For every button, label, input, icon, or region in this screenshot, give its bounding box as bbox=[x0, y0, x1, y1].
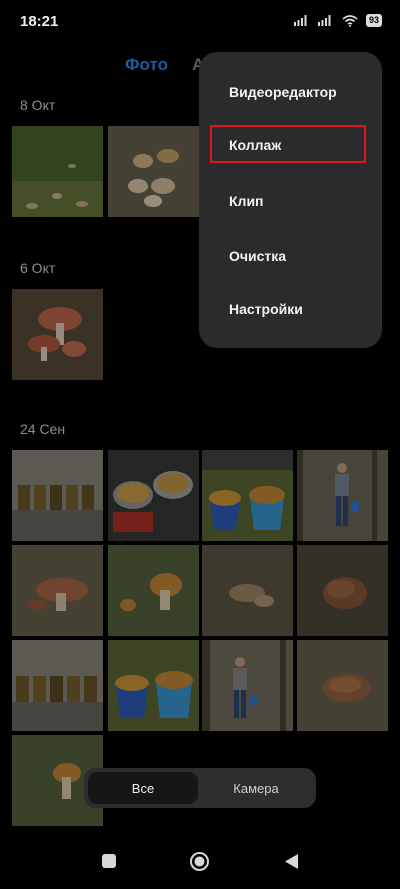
filter-all-button[interactable]: Все bbox=[88, 772, 198, 804]
signal-2-icon bbox=[317, 15, 331, 26]
photo-thumbnail[interactable] bbox=[202, 545, 293, 636]
photo-thumbnail[interactable] bbox=[108, 545, 199, 636]
home-icon[interactable] bbox=[189, 851, 210, 872]
mushroom-cluster-image bbox=[108, 126, 199, 217]
menu-item-clip[interactable]: Клип bbox=[229, 193, 264, 209]
photo-thumbnail[interactable] bbox=[12, 545, 103, 636]
signal-icon bbox=[293, 15, 307, 26]
filter-camera-button[interactable]: Камера bbox=[200, 772, 312, 804]
jars-on-shelf-2-image bbox=[12, 640, 103, 731]
mushroom-in-grass-image bbox=[12, 545, 103, 636]
photo-thumbnail[interactable] bbox=[108, 450, 199, 541]
battery-indicator: 93 bbox=[365, 14, 382, 27]
photo-thumbnail[interactable] bbox=[12, 640, 103, 731]
menu-item-collage[interactable]: Коллаж bbox=[229, 137, 281, 153]
person-in-forest-image bbox=[297, 450, 388, 541]
navigation-bar bbox=[0, 835, 400, 889]
back-icon[interactable] bbox=[283, 853, 299, 870]
mushroom-on-ground-image bbox=[202, 545, 293, 636]
status-icons: 93 bbox=[293, 14, 382, 27]
section-date: 8 Окт bbox=[20, 97, 56, 113]
photo-thumbnail[interactable] bbox=[108, 640, 199, 731]
status-bar: 18:21 93 bbox=[0, 0, 400, 44]
person-with-bucket-image bbox=[202, 640, 293, 731]
mushrooms-in-pots-image bbox=[108, 450, 199, 541]
photo-thumbnail[interactable] bbox=[12, 289, 103, 380]
photo-thumbnail[interactable] bbox=[297, 545, 388, 636]
menu-item-video-editor[interactable]: Видеоредактор bbox=[229, 84, 337, 100]
mushroom-close-up-image bbox=[297, 545, 388, 636]
mushroom-in-needles-image bbox=[108, 545, 199, 636]
photo-thumbnail[interactable] bbox=[12, 450, 103, 541]
recent-apps-icon[interactable] bbox=[101, 853, 117, 869]
jars-on-shelf-image bbox=[12, 450, 103, 541]
mushroom-in-leaves-image bbox=[297, 640, 388, 731]
photo-thumbnail[interactable] bbox=[202, 450, 293, 541]
overflow-menu: Видеоредактор Коллаж Клип Очистка Настро… bbox=[199, 52, 382, 348]
menu-item-cleanup[interactable]: Очистка bbox=[229, 248, 286, 264]
section-date: 24 Сен bbox=[20, 421, 66, 437]
status-time: 18:21 bbox=[20, 13, 59, 30]
mushrooms-in-buckets-image bbox=[202, 450, 293, 541]
photo-thumbnail[interactable] bbox=[12, 126, 103, 217]
mushrooms-on-moss-image bbox=[12, 126, 103, 217]
section-date: 6 Окт bbox=[20, 260, 56, 276]
mushrooms-on-forest-floor-image bbox=[12, 289, 103, 380]
wifi-icon bbox=[342, 14, 358, 27]
menu-item-settings[interactable]: Настройки bbox=[229, 301, 303, 317]
photo-thumbnail[interactable] bbox=[297, 640, 388, 731]
filter-toggle: Все Камера bbox=[84, 768, 316, 808]
tab-photo[interactable]: Фото bbox=[125, 55, 168, 75]
photo-thumbnail[interactable] bbox=[108, 126, 199, 217]
photo-thumbnail[interactable] bbox=[202, 640, 293, 731]
buckets-on-grass-image bbox=[108, 640, 199, 731]
photo-thumbnail[interactable] bbox=[297, 450, 388, 541]
